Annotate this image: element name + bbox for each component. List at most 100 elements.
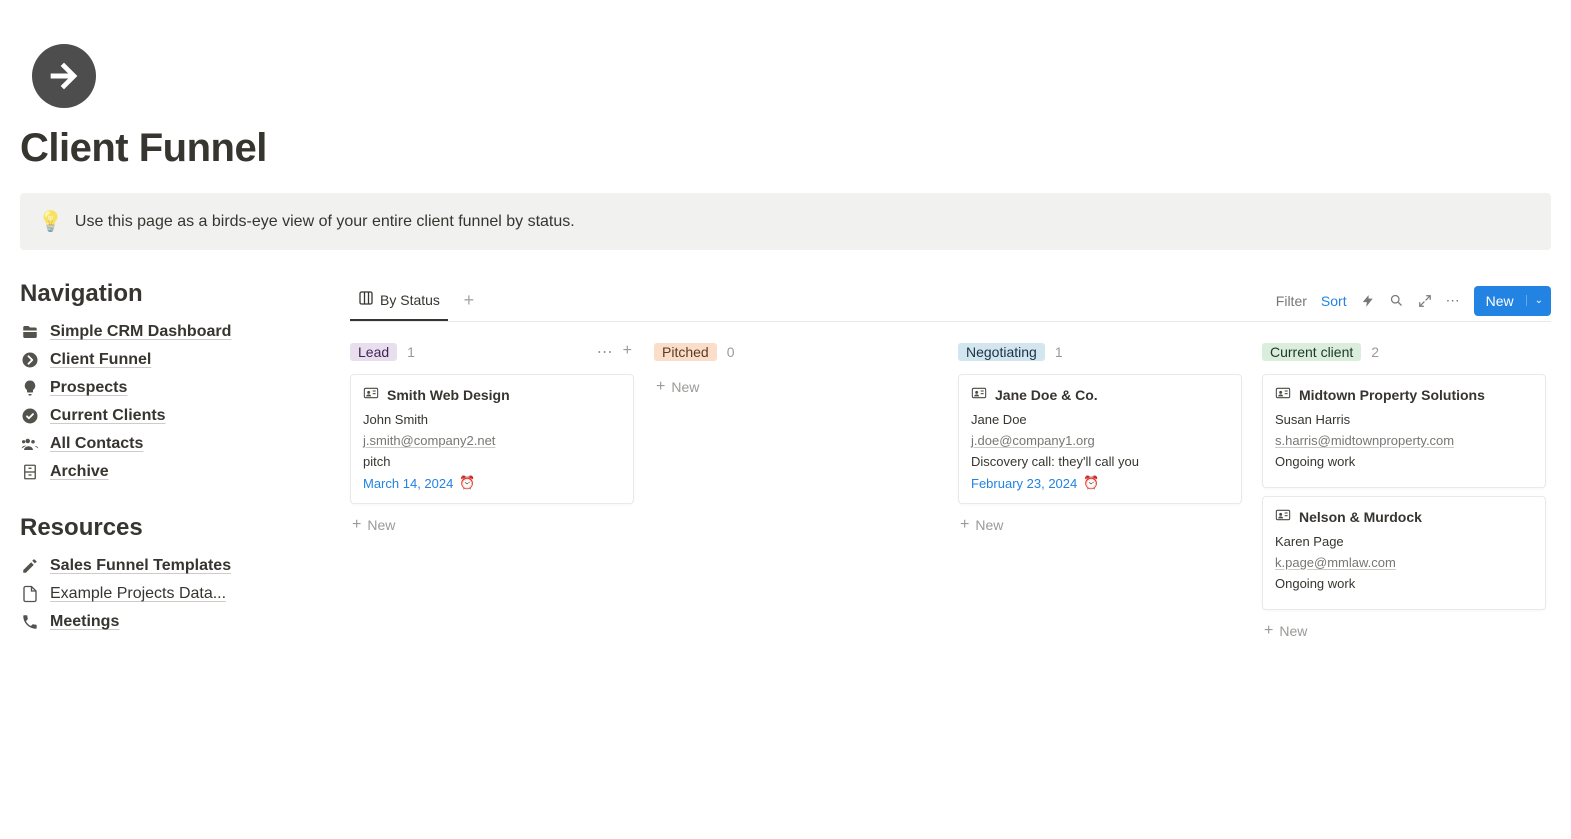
lightbulb-icon: 💡 <box>38 209 63 234</box>
column-count: 2 <box>1371 344 1379 360</box>
sidebar-item-simple-crm-dashboard[interactable]: Simple CRM Dashboard <box>20 318 310 346</box>
sidebar-item-current-clients[interactable]: Current Clients <box>20 402 310 430</box>
card-email: j.smith@company2.net <box>363 433 621 448</box>
automations-icon[interactable] <box>1361 294 1375 308</box>
nav-item-label: Sales Funnel Templates <box>50 557 231 575</box>
nav-item-icon <box>20 557 40 575</box>
sidebar-item-example-projects-data[interactable]: Example Projects Data... <box>20 580 310 608</box>
reminder-icon: ⏰ <box>459 475 475 491</box>
nav-item-icon <box>20 585 40 603</box>
column-negotiating: Negotiating 1 Jane Doe & Co.Jane Doej.doe@… <box>958 340 1242 538</box>
nav-item-label: Client Funnel <box>50 351 151 369</box>
add-card-button[interactable]: +New <box>1262 618 1546 644</box>
new-label: New <box>1279 623 1307 639</box>
tab-label: By Status <box>380 292 440 308</box>
plus-icon: + <box>352 516 361 534</box>
nav-item-label: Example Projects Data... <box>50 585 226 603</box>
card-title: Midtown Property Solutions <box>1299 387 1485 403</box>
column-lead: Lead1⋯+Smith Web DesignJohn Smithj.smith… <box>350 340 634 538</box>
filter-button[interactable]: Filter <box>1276 293 1307 309</box>
board-columns: Lead1⋯+Smith Web DesignJohn Smithj.smith… <box>350 340 1551 644</box>
card-email: k.page@mmlaw.com <box>1275 555 1533 570</box>
nav-item-label: Meetings <box>50 613 119 631</box>
view-tabs: By Status + Filter Sort ⋯ New ⌄ <box>350 280 1551 322</box>
nav-item-icon <box>20 407 40 425</box>
resources-list: Sales Funnel Templates Example Projects D… <box>20 552 310 636</box>
page-icon[interactable] <box>32 44 96 108</box>
column-pitched: Pitched 0 +New <box>654 340 938 400</box>
nav-item-label: Prospects <box>50 379 127 397</box>
column-tag[interactable]: Lead <box>350 343 397 361</box>
board-icon <box>358 290 374 309</box>
reminder-icon: ⏰ <box>1083 475 1099 491</box>
nav-item-icon <box>20 435 40 453</box>
new-button-dropdown[interactable]: ⌄ <box>1526 295 1551 306</box>
card-note: pitch <box>363 454 621 469</box>
nav-item-label: All Contacts <box>50 435 143 453</box>
add-view-button[interactable]: + <box>458 290 480 312</box>
sidebar-item-prospects[interactable]: Prospects <box>20 374 310 402</box>
navigation-list: Simple CRM Dashboard Client Funnel Prospec… <box>20 318 310 486</box>
card-title: Nelson & Murdock <box>1299 509 1422 525</box>
plus-icon: + <box>960 516 969 534</box>
sidebar-item-sales-funnel-templates[interactable]: Sales Funnel Templates <box>20 552 310 580</box>
card-note: Discovery call: they'll call you <box>971 454 1229 469</box>
sidebar-item-archive[interactable]: Archive <box>20 458 310 486</box>
sidebar-item-meetings[interactable]: Meetings <box>20 608 310 636</box>
contact-card-icon <box>363 385 379 404</box>
column-count: 0 <box>727 344 735 360</box>
add-card-button[interactable]: + New <box>350 512 634 538</box>
column-more-icon[interactable]: ⋯ <box>595 340 615 364</box>
nav-item-label: Simple CRM Dashboard <box>50 323 231 341</box>
card[interactable]: Nelson & Murdock Karen Page k.page@mmlaw.c… <box>1262 496 1546 610</box>
add-card-button[interactable]: +New <box>654 374 938 400</box>
nav-item-icon <box>20 379 40 397</box>
more-icon[interactable]: ⋯ <box>1446 292 1460 309</box>
contact-card-icon <box>1275 385 1291 404</box>
add-card-button[interactable]: + New <box>958 512 1242 538</box>
column-tag[interactable]: Negotiating <box>958 343 1045 361</box>
card[interactable]: Smith Web Design John Smith j.smith@compan… <box>350 374 634 504</box>
card-note: Ongoing work <box>1275 454 1533 469</box>
card-date: February 23, 2024⏰ <box>971 475 1229 491</box>
column-tag[interactable]: Pitched <box>654 343 717 361</box>
view-actions: Filter Sort ⋯ New ⌄ <box>1276 286 1551 316</box>
sidebar-item-client-funnel[interactable]: Client Funnel <box>20 346 310 374</box>
new-label: New <box>975 517 1003 533</box>
nav-item-label: Current Clients <box>50 407 166 425</box>
card-contact: Susan Harris <box>1275 412 1533 427</box>
contact-card-icon <box>971 385 987 404</box>
card-title: Smith Web Design <box>387 387 510 403</box>
callout: 💡 Use this page as a birds-eye view of y… <box>20 193 1551 250</box>
tab-by-status[interactable]: By Status <box>350 280 448 321</box>
column-count: 1 <box>1055 344 1063 360</box>
column-tag[interactable]: Current client <box>1262 343 1361 361</box>
board-area: By Status + Filter Sort ⋯ New ⌄ <box>350 280 1551 644</box>
sort-button[interactable]: Sort <box>1321 293 1347 309</box>
sidebar-item-all-contacts[interactable]: All Contacts <box>20 430 310 458</box>
sidebar: Navigation Simple CRM Dashboard Client Fu… <box>20 280 310 636</box>
nav-item-icon <box>20 613 40 631</box>
card-contact: John Smith <box>363 412 621 427</box>
navigation-heading: Navigation <box>20 280 310 308</box>
new-button-label[interactable]: New <box>1474 293 1526 309</box>
search-icon[interactable] <box>1389 293 1404 308</box>
card-note: Ongoing work <box>1275 576 1533 591</box>
new-label: New <box>367 517 395 533</box>
column-header: Negotiating 1 <box>958 340 1242 364</box>
card[interactable]: Midtown Property SolutionsSusan Harriss.… <box>1262 374 1546 488</box>
card[interactable]: Jane Doe & Co.Jane Doej.doe@company1.org… <box>958 374 1242 504</box>
nav-item-icon <box>20 351 40 369</box>
arrow-right-circle-icon <box>44 56 84 96</box>
column-add-icon[interactable]: + <box>621 340 634 364</box>
contact-card-icon <box>1275 507 1291 526</box>
column-count: 1 <box>407 344 415 360</box>
nav-item-icon <box>20 323 40 341</box>
card-contact: Karen Page <box>1275 534 1533 549</box>
new-label: New <box>671 379 699 395</box>
column-current-client: Current client 2 Midtown Property Solution… <box>1262 340 1546 644</box>
page-title[interactable]: Client Funnel <box>20 126 1551 171</box>
column-header: Lead 1 ⋯+ <box>350 340 634 364</box>
card-date: March 14, 2024⏰ <box>363 475 621 491</box>
expand-icon[interactable] <box>1418 294 1432 308</box>
